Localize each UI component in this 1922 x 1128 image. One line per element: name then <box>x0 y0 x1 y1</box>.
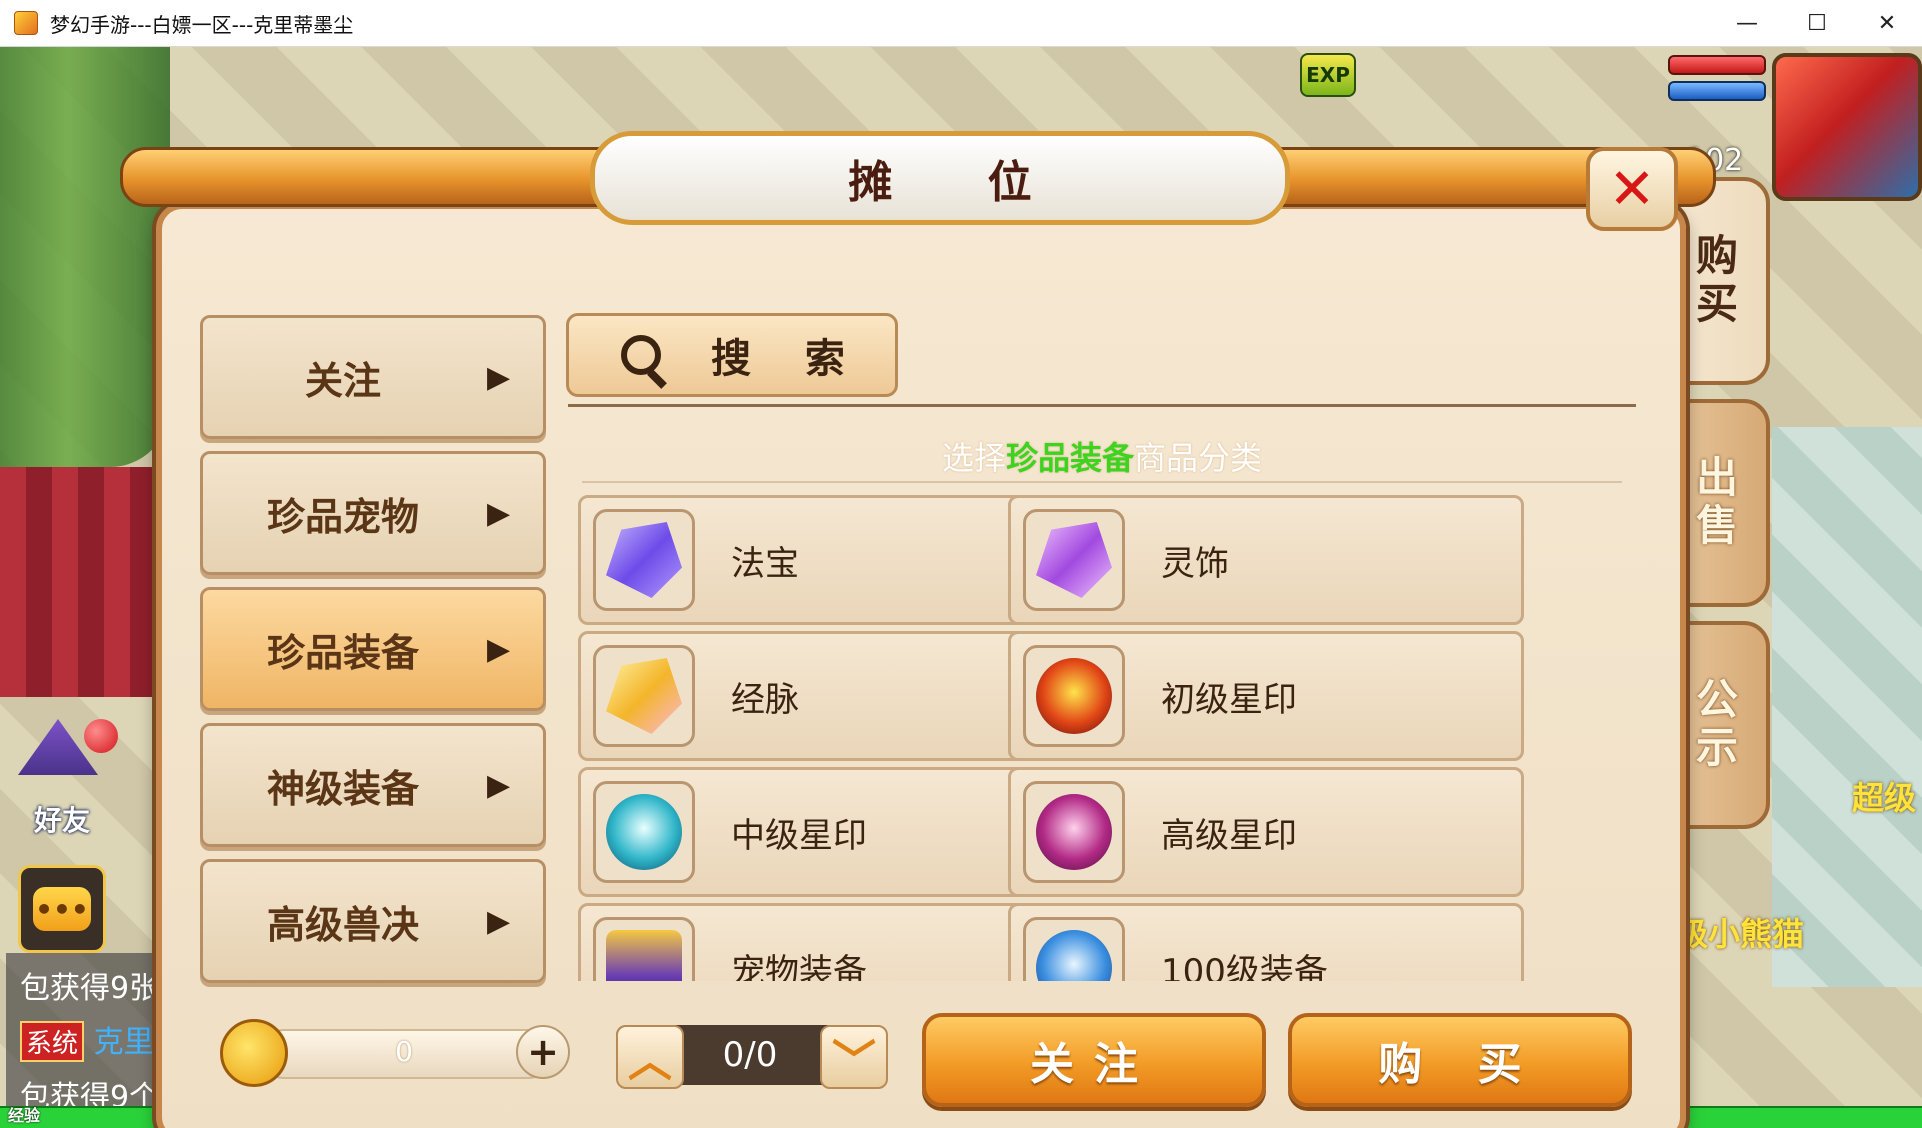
item-label: 初级星印 <box>1161 679 1297 720</box>
chat-line: 系统 克里 <box>20 1017 166 1062</box>
player-status-bars <box>1668 55 1766 101</box>
category-follow[interactable]: 关注 ▶ <box>200 315 546 439</box>
app-icon <box>14 11 38 35</box>
chat-button[interactable]: ••• <box>18 865 106 953</box>
item-label: 法宝 <box>731 543 799 584</box>
category-rare-pets[interactable]: 珍品宠物 ▶ <box>200 451 546 575</box>
category-label: 高级兽决 <box>266 902 419 947</box>
hint-prefix: 选择 <box>941 439 1006 477</box>
arrow-right-icon: ▶ <box>487 903 511 939</box>
item-label: 灵饰 <box>1161 543 1229 584</box>
system-tag: 系统 <box>20 1021 85 1062</box>
currency-value: 0 <box>395 1035 413 1068</box>
item-label: 中级星印 <box>731 815 867 856</box>
bamboo-scenery <box>0 47 170 467</box>
hp-bar <box>1668 55 1766 75</box>
npc-name-label: 超级 <box>1852 779 1917 817</box>
chat-line: 包获得9张 <box>20 971 160 1006</box>
friend-label: 好友 <box>34 804 91 837</box>
search-label: 搜 索 <box>711 336 865 382</box>
notification-dot <box>84 719 118 753</box>
window-titlebar: 梦幻手游---白嫖一区---克里蒂墨尘 — ☐ ✕ <box>0 0 1922 47</box>
divider <box>582 481 1622 483</box>
hint-highlight: 珍品装备 <box>1005 439 1134 477</box>
window-controls: — ☐ ✕ <box>1712 0 1922 46</box>
item-category[interactable]: 高级星印 <box>1008 767 1524 897</box>
maximize-button[interactable]: ☐ <box>1782 0 1852 46</box>
search-icon <box>621 335 661 375</box>
category-hint: 选择珍品装备商品分类 <box>602 433 1602 479</box>
item-label: 宠物装备 <box>731 951 867 982</box>
item-label: 经脉 <box>731 679 799 720</box>
item-category[interactable]: 100级装备 <box>1008 903 1524 981</box>
category-label: 珍品装备 <box>266 630 419 675</box>
category-label: 关注 <box>304 358 381 403</box>
page-indicator: 0/0 <box>722 1035 778 1075</box>
add-currency-button[interactable]: + <box>516 1025 570 1079</box>
tab-buy-label: 购买 <box>1689 233 1739 329</box>
dialog-title: 摊 位 <box>848 157 1072 208</box>
window-close-button[interactable]: ✕ <box>1852 0 1922 46</box>
tab-sell-label: 出售 <box>1689 455 1739 551</box>
buy-button[interactable]: 购 买 <box>1288 1013 1632 1107</box>
pet-armor-icon <box>593 917 695 981</box>
crimson-bird-icon <box>1023 781 1125 883</box>
fire-demon-icon <box>1023 645 1125 747</box>
category-label: 神级装备 <box>266 766 419 811</box>
chat-icon: ••• <box>33 887 91 931</box>
stall-dialog: 关注 ▶ 珍品宠物 ▶ 珍品装备 ▶ 神级装备 ▶ 高级兽决 ▶ 搜 索 选择珍… <box>156 203 1686 1128</box>
divider <box>568 404 1636 407</box>
item-category[interactable]: 灵饰 <box>1008 495 1524 625</box>
gold-crystal-icon <box>593 645 695 747</box>
mp-bar <box>1668 81 1766 101</box>
chat-sender: 克里 <box>93 1025 154 1060</box>
item-category[interactable]: 初级星印 <box>1008 631 1524 761</box>
npc-name-label: 级小熊猫 <box>1676 915 1805 953</box>
item-category-grid[interactable]: 法宝 灵饰 经脉 初级星印 中级星印 高级星印 宠物装备 100级装备 <box>578 495 1638 981</box>
floor-scenery <box>1772 427 1922 987</box>
search-button[interactable]: 搜 索 <box>566 313 898 397</box>
arrow-right-icon: ▶ <box>487 767 511 803</box>
pager: ︿ 0/0 ﹀ <box>616 1025 888 1089</box>
window-title: 梦幻手游---白嫖一区---克里蒂墨尘 <box>50 12 354 37</box>
page-down-button[interactable]: ﹀ <box>820 1025 888 1089</box>
exp-badge[interactable]: EXP <box>1300 53 1356 97</box>
dialog-close-button[interactable]: ✕ <box>1586 147 1678 231</box>
coin-icon <box>220 1019 288 1087</box>
currency-field: 0 + <box>220 1019 570 1087</box>
purple-crystal-icon <box>593 509 695 611</box>
hint-suffix: 商品分类 <box>1134 439 1263 477</box>
exp-label: 经验 <box>8 1106 41 1125</box>
game-scene: EXP 102 好友 ••• 包获得9张 系统 克里 包获得9个 超级 级小熊猫… <box>0 47 1922 1128</box>
roof-scenery <box>0 467 160 697</box>
friend-button[interactable]: 好友 <box>12 719 118 839</box>
follow-button[interactable]: 关注 <box>922 1013 1266 1107</box>
cyan-orb-icon <box>593 781 695 883</box>
category-label: 珍品宠物 <box>266 494 419 539</box>
category-divine-equipment[interactable]: 神级装备 ▶ <box>200 723 546 847</box>
category-rare-equipment[interactable]: 珍品装备 ▶ <box>200 587 546 711</box>
page-up-button[interactable]: ︿ <box>616 1025 684 1089</box>
category-advanced-skills[interactable]: 高级兽决 ▶ <box>200 859 546 983</box>
tab-announce-label: 公示 <box>1689 677 1739 773</box>
item-label: 高级星印 <box>1161 815 1297 856</box>
player-portrait[interactable] <box>1772 53 1922 201</box>
arrow-right-icon: ▶ <box>487 359 511 395</box>
arrow-right-icon: ▶ <box>487 631 511 667</box>
violet-crystal-icon <box>1023 509 1125 611</box>
blue-robe-icon <box>1023 917 1125 981</box>
arrow-right-icon: ▶ <box>487 495 511 531</box>
minimize-button[interactable]: — <box>1712 0 1782 46</box>
item-label: 100级装备 <box>1161 951 1328 982</box>
dialog-title-plate: 摊 位 <box>590 131 1290 225</box>
